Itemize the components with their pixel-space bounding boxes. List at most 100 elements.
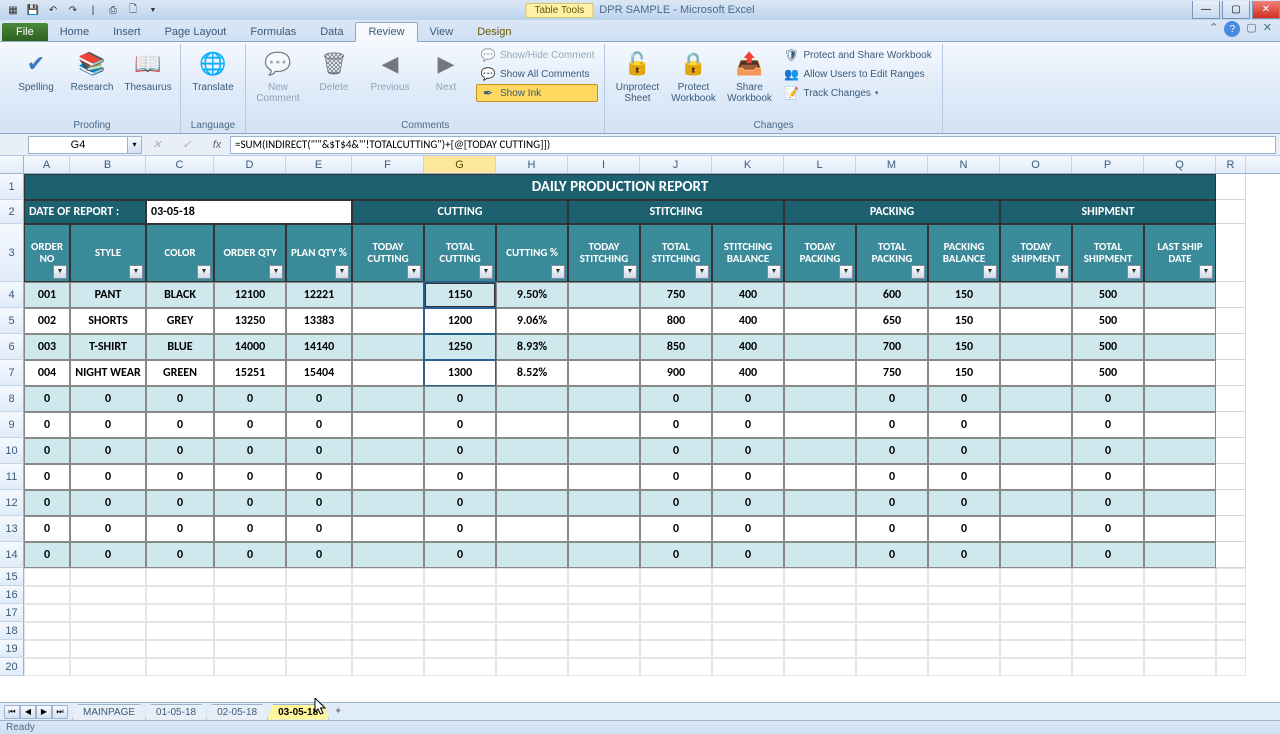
cell[interactable] <box>712 640 784 658</box>
data-cell[interactable]: BLACK <box>146 282 214 308</box>
cell[interactable] <box>1216 412 1246 438</box>
data-cell[interactable]: 0 <box>1072 542 1144 568</box>
data-cell[interactable]: 850 <box>640 334 712 360</box>
cell[interactable] <box>1144 586 1216 604</box>
research-button[interactable]: 📚 Research <box>66 46 118 95</box>
data-cell[interactable]: 0 <box>146 542 214 568</box>
cell[interactable] <box>784 658 856 676</box>
data-cell[interactable]: T-SHIRT <box>70 334 146 360</box>
data-cell[interactable] <box>568 412 640 438</box>
cell[interactable] <box>1216 516 1246 542</box>
data-cell[interactable]: 8.93% <box>496 334 568 360</box>
data-cell[interactable]: 0 <box>1072 490 1144 516</box>
sheet-tab[interactable]: 01-05-18 <box>145 704 207 720</box>
data-cell[interactable]: 14000 <box>214 334 286 360</box>
data-cell[interactable]: 0 <box>928 386 1000 412</box>
cell[interactable] <box>928 604 1000 622</box>
cell[interactable] <box>214 640 286 658</box>
data-cell[interactable]: 0 <box>712 464 784 490</box>
data-cell[interactable]: 650 <box>856 308 928 334</box>
undo-icon[interactable]: ↶ <box>44 2 62 18</box>
data-cell[interactable]: 0 <box>640 438 712 464</box>
cell[interactable] <box>1216 174 1246 200</box>
tab-view[interactable]: View <box>418 23 466 41</box>
data-cell[interactable]: 0 <box>214 516 286 542</box>
data-cell[interactable]: 400 <box>712 360 784 386</box>
col-header[interactable]: CUTTING %▼ <box>496 224 568 282</box>
close-workbook-icon[interactable]: ✕ <box>1263 21 1272 34</box>
data-cell[interactable]: 0 <box>856 490 928 516</box>
qat-custom-2-icon[interactable]: 🗋 <box>124 2 142 18</box>
cell[interactable] <box>1144 568 1216 586</box>
cell[interactable] <box>1216 282 1246 308</box>
data-cell[interactable]: 500 <box>1072 360 1144 386</box>
data-cell[interactable]: 700 <box>856 334 928 360</box>
cell[interactable] <box>1144 658 1216 676</box>
cell[interactable] <box>1072 658 1144 676</box>
excel-icon[interactable]: ▦ <box>4 2 22 18</box>
cell[interactable] <box>214 604 286 622</box>
column-header-D[interactable]: D <box>214 156 286 173</box>
cell[interactable] <box>1144 640 1216 658</box>
row-header[interactable]: 12 <box>0 490 24 516</box>
data-cell[interactable]: 9.06% <box>496 308 568 334</box>
filter-dropdown[interactable]: ▼ <box>1055 265 1069 279</box>
data-cell[interactable]: 0 <box>424 542 496 568</box>
data-cell[interactable]: SHORTS <box>70 308 146 334</box>
row-header[interactable]: 1 <box>0 174 24 200</box>
data-cell[interactable]: 0 <box>146 412 214 438</box>
data-cell[interactable]: 0 <box>928 464 1000 490</box>
cell[interactable] <box>1000 658 1072 676</box>
data-cell[interactable]: 0 <box>70 438 146 464</box>
data-cell[interactable]: 0 <box>640 412 712 438</box>
data-cell[interactable] <box>352 542 424 568</box>
data-cell[interactable]: 0 <box>286 412 352 438</box>
data-cell[interactable]: 0 <box>286 386 352 412</box>
data-cell[interactable]: 750 <box>640 282 712 308</box>
restore-workbook-icon[interactable]: ▢ <box>1246 21 1256 34</box>
column-header-N[interactable]: N <box>928 156 1000 173</box>
minimize-button[interactable]: — <box>1192 1 1220 19</box>
data-cell[interactable]: NIGHT WEAR <box>70 360 146 386</box>
data-cell[interactable]: 0 <box>856 464 928 490</box>
data-cell[interactable] <box>352 308 424 334</box>
row-header[interactable]: 16 <box>0 586 24 604</box>
column-header-R[interactable]: R <box>1216 156 1246 173</box>
data-cell[interactable]: 400 <box>712 282 784 308</box>
cell[interactable] <box>424 640 496 658</box>
cell[interactable] <box>352 568 424 586</box>
data-cell[interactable]: 150 <box>928 282 1000 308</box>
group-shipment[interactable]: SHIPMENT <box>1000 200 1216 224</box>
cell[interactable] <box>496 640 568 658</box>
data-cell[interactable]: 13383 <box>286 308 352 334</box>
cell[interactable] <box>286 640 352 658</box>
cell[interactable] <box>1216 200 1246 224</box>
data-cell[interactable] <box>568 360 640 386</box>
data-cell[interactable]: 0 <box>424 412 496 438</box>
data-cell[interactable]: 0 <box>24 490 70 516</box>
col-header[interactable]: STYLE▼ <box>70 224 146 282</box>
column-header-M[interactable]: M <box>856 156 928 173</box>
cell[interactable] <box>1216 490 1246 516</box>
data-cell[interactable]: 0 <box>640 516 712 542</box>
data-cell[interactable]: 0 <box>640 386 712 412</box>
cell[interactable] <box>146 586 214 604</box>
thesaurus-button[interactable]: 📖 Thesaurus <box>122 46 174 95</box>
filter-dropdown[interactable]: ▼ <box>767 265 781 279</box>
data-cell[interactable]: 0 <box>286 490 352 516</box>
data-cell[interactable] <box>1144 542 1216 568</box>
cell[interactable] <box>568 568 640 586</box>
cell[interactable] <box>496 586 568 604</box>
cell[interactable] <box>1000 604 1072 622</box>
cell[interactable] <box>928 568 1000 586</box>
data-cell[interactable]: 0 <box>70 490 146 516</box>
cell[interactable] <box>424 658 496 676</box>
cell[interactable] <box>856 586 928 604</box>
data-cell[interactable]: 0 <box>70 464 146 490</box>
column-header-J[interactable]: J <box>640 156 712 173</box>
cell[interactable] <box>1072 568 1144 586</box>
col-header[interactable]: TOTAL STITCHING▼ <box>640 224 712 282</box>
column-header-B[interactable]: B <box>70 156 146 173</box>
data-cell[interactable] <box>352 334 424 360</box>
data-cell[interactable]: 0 <box>424 464 496 490</box>
